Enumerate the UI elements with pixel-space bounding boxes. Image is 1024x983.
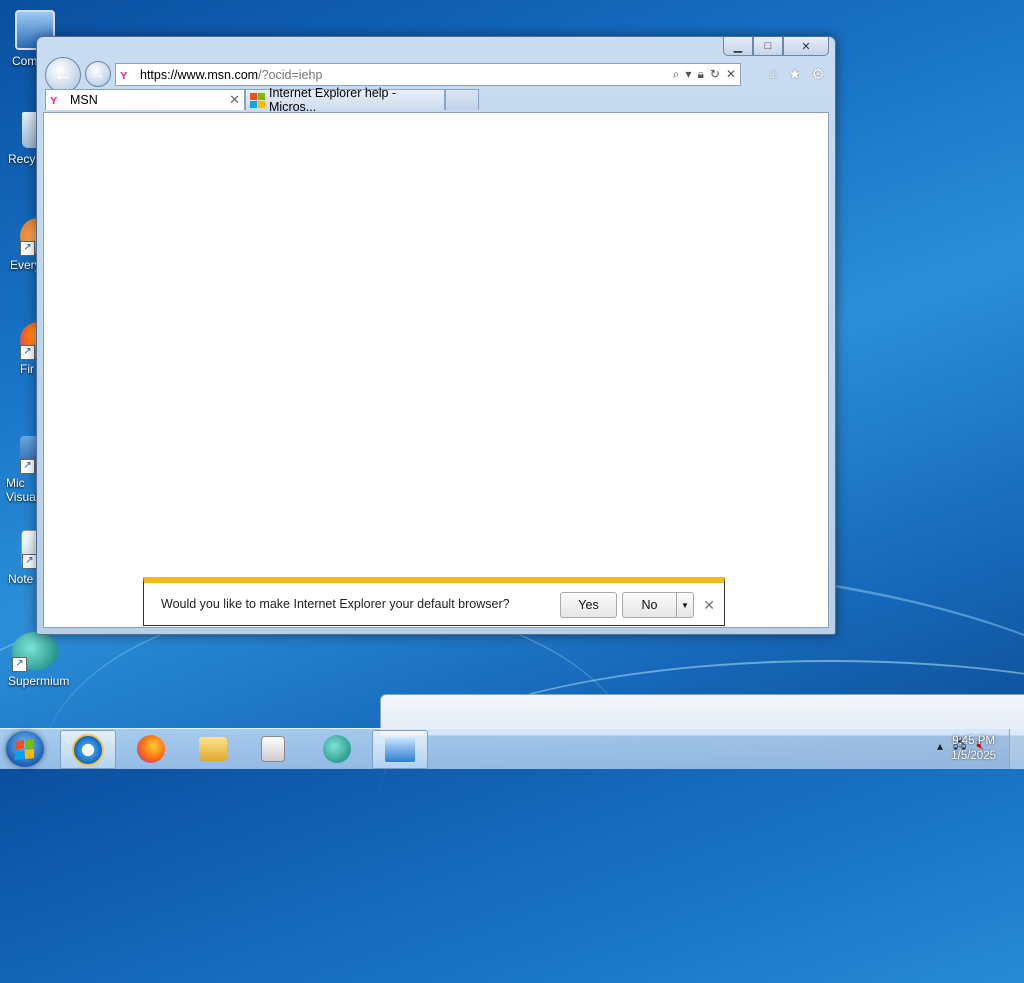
shortcut-arrow-icon: ↗ (22, 554, 37, 569)
url-scheme: https:// (140, 67, 178, 82)
default-browser-notification: Would you like to make Internet Explorer… (143, 577, 725, 626)
tab-row: ʏ MSN ✕ Internet Explorer help - Micros.… (45, 86, 479, 114)
media-player-icon (261, 735, 285, 762)
maximize-button[interactable]: □ (753, 37, 783, 56)
yes-label: Yes (578, 598, 599, 612)
taskbar-explorer[interactable] (186, 730, 240, 767)
msn-favicon-icon: ʏ (120, 66, 128, 82)
no-label: No (641, 598, 658, 612)
forward-button[interactable]: → (85, 61, 111, 87)
tab-title: Internet Explorer help - Micros... (269, 86, 397, 114)
stop-icon[interactable]: ✕ (726, 67, 736, 82)
refresh-icon[interactable]: ↻ (710, 67, 720, 82)
back-button[interactable]: ← (45, 57, 81, 93)
clock[interactable]: 9:45 PM 1/5/2025 (951, 734, 996, 764)
taskbar-remote-desktop[interactable] (372, 730, 428, 769)
clock-time: 9:45 PM (952, 735, 996, 747)
folder-icon (199, 736, 227, 761)
taskbar-ie[interactable] (60, 730, 116, 769)
taskbar-media-player[interactable] (246, 730, 300, 767)
tab-title: MSN (70, 93, 98, 107)
back-arrow-icon: ← (53, 63, 73, 86)
remote-desktop-icon (385, 737, 415, 762)
supermium-icon: ↗ (12, 632, 58, 672)
page-content[interactable] (43, 112, 829, 628)
lock-icon[interactable]: 🔒︎ (697, 67, 703, 82)
close-icon: ✕ (801, 40, 811, 53)
caption-buttons: ▁ □ ✕ (723, 37, 829, 56)
dropdown-arrow-icon[interactable]: ▼ (676, 593, 693, 617)
desktop-icon-supermium[interactable]: ↗ Supermium (0, 632, 70, 688)
dropdown-icon[interactable]: ▾ (685, 67, 691, 82)
command-icons: ⌂ ★ ⚙ (769, 65, 825, 83)
minimize-icon: ▁ (733, 40, 743, 53)
no-button[interactable]: No ▼ (622, 592, 694, 618)
address-url[interactable]: https://www.msn.com/?ocid=iehp (140, 68, 673, 82)
maximize-icon: □ (764, 40, 772, 52)
close-tab-icon[interactable]: ✕ (229, 92, 240, 108)
notification-message: Would you like to make Internet Explorer… (161, 597, 510, 611)
taskbar-firefox[interactable] (124, 730, 178, 767)
show-desktop-button[interactable] (1009, 729, 1024, 769)
microsoft-logo-icon (250, 92, 265, 108)
start-button[interactable] (6, 731, 44, 767)
show-hidden-icons-icon[interactable]: ▴ (937, 739, 943, 753)
tab-msn[interactable]: ʏ MSN ✕ (45, 89, 245, 110)
star-icon[interactable]: ★ (788, 65, 801, 83)
supermium-icon (323, 734, 351, 763)
msn-favicon-icon: ʏ (50, 92, 58, 107)
ie-window: ▁ □ ✕ ← → ʏ https://www.msn.com/?ocid=ie… (36, 36, 836, 635)
gear-icon[interactable]: ⚙ (812, 65, 825, 83)
new-tab-button[interactable] (445, 89, 479, 110)
shortcut-arrow-icon: ↗ (12, 657, 27, 672)
home-icon[interactable]: ⌂ (769, 65, 778, 83)
minimize-button[interactable]: ▁ (723, 37, 753, 56)
url-domain: www.msn.com (177, 67, 259, 82)
firefox-icon (137, 734, 165, 763)
url-path: /?ocid=iehp (258, 67, 323, 82)
desktop-icon-label: Supermium (8, 674, 70, 688)
tab-ie-help[interactable]: Internet Explorer help - Micros... (245, 86, 445, 114)
shortcut-arrow-icon: ↗ (20, 241, 35, 256)
shortcut-arrow-icon: ↗ (20, 459, 35, 474)
address-tools: ⌕ ▾ 🔒︎ ↻ ✕ (673, 67, 740, 82)
shortcut-arrow-icon: ↗ (20, 345, 35, 360)
yes-button[interactable]: Yes (560, 592, 617, 618)
windows-logo-icon (15, 739, 34, 760)
search-icon[interactable]: ⌕ (673, 67, 680, 82)
internet-explorer-icon (72, 733, 104, 766)
taskbar: ▴ 🖧︎ 🔇︎ 9:45 PM 1/5/2025 (0, 728, 1024, 769)
close-notification-icon[interactable]: ✕ (703, 597, 715, 614)
close-window-button[interactable]: ✕ (783, 37, 829, 56)
address-bar[interactable]: ʏ https://www.msn.com/?ocid=iehp ⌕ ▾ 🔒︎ … (115, 63, 741, 86)
clock-date: 1/5/2025 (951, 750, 996, 762)
taskbar-supermium[interactable] (310, 730, 364, 767)
forward-arrow-icon: → (91, 66, 105, 82)
